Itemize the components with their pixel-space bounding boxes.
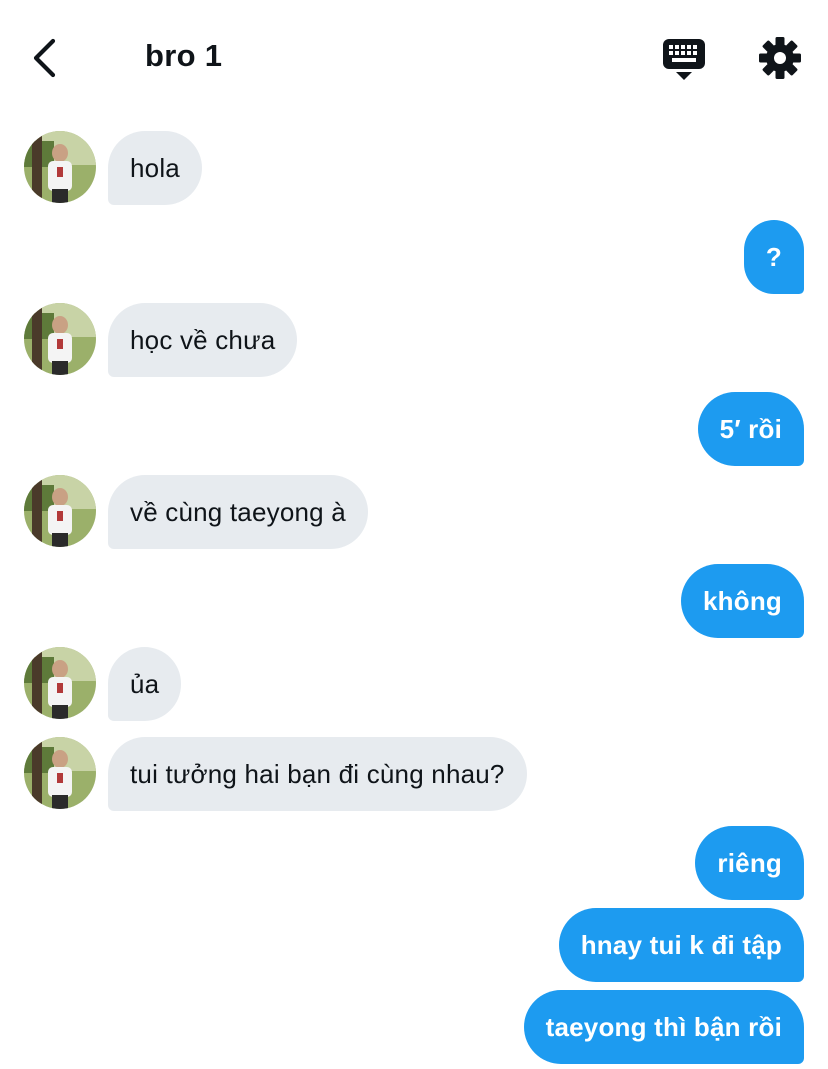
- avatar[interactable]: [24, 647, 96, 719]
- back-button[interactable]: [26, 36, 66, 80]
- avatar[interactable]: [24, 475, 96, 547]
- keyboard-icon: [663, 39, 705, 80]
- settings-button[interactable]: [758, 36, 802, 80]
- gear-icon: [759, 37, 801, 79]
- chevron-left-icon: [33, 38, 56, 78]
- message-bubble-outgoing[interactable]: hnay tui k đi tập: [558, 908, 804, 982]
- message-bubble-incoming[interactable]: tui tưởng hai bạn đi cùng nhau?: [108, 737, 527, 811]
- avatar[interactable]: [24, 131, 96, 203]
- message-bubble-incoming[interactable]: hola: [108, 131, 202, 205]
- message-bubble-incoming[interactable]: về cùng taeyong à: [108, 475, 368, 549]
- conversation-header: bro 1: [0, 0, 828, 116]
- conversation-title: bro 1: [145, 38, 223, 73]
- message-bubble-incoming[interactable]: học về chưa: [108, 303, 298, 377]
- message-bubble-outgoing[interactable]: 5′ rồi: [697, 392, 804, 466]
- message-bubble-outgoing[interactable]: riêng: [695, 826, 804, 900]
- avatar[interactable]: [24, 303, 96, 375]
- message-bubble-outgoing[interactable]: không: [681, 564, 804, 638]
- message-bubble-incoming[interactable]: ủa: [108, 647, 182, 721]
- keyboard-toggle-button[interactable]: [662, 38, 706, 82]
- avatar[interactable]: [24, 737, 96, 809]
- message-bubble-outgoing[interactable]: taeyong thì bận rồi: [523, 990, 804, 1064]
- message-bubble-outgoing[interactable]: ?: [743, 220, 804, 294]
